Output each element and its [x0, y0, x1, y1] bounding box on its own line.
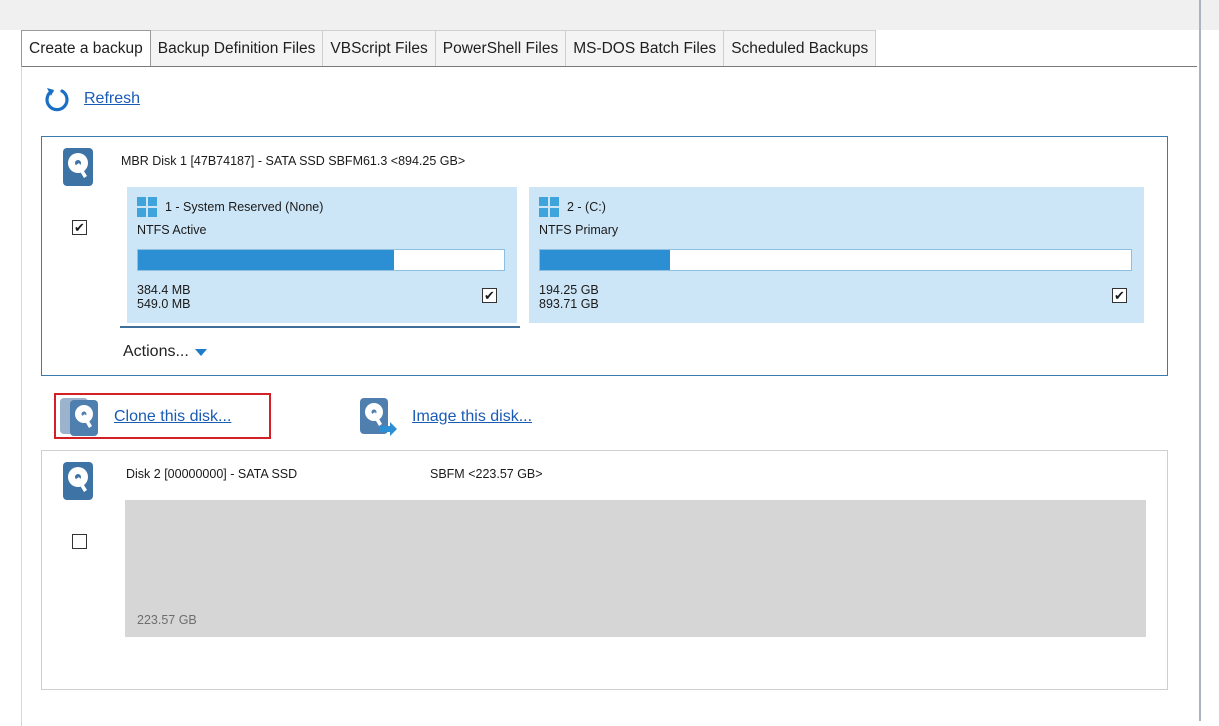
partition-2[interactable]: 2 - (C:) NTFS Primary 194.25 GB 893.71 G…: [529, 187, 1144, 323]
top-band: [0, 0, 1219, 30]
partition-selection-underline: [120, 326, 520, 328]
hard-disk-icon: [63, 462, 93, 500]
partition-2-name: 2 - (C:): [567, 200, 606, 214]
actions-dropdown[interactable]: Actions...: [123, 343, 207, 361]
partition-1-usage-bar: [137, 249, 505, 271]
partition-1-name: 1 - System Reserved (None): [165, 200, 324, 214]
windows-logo-icon: [137, 197, 157, 217]
check-mark-icon: ✔: [484, 288, 495, 303]
tab-ms-dos-batch-files[interactable]: MS-DOS Batch Files: [566, 30, 725, 66]
partition-1-total: 549.0 MB: [137, 297, 191, 311]
caret-down-icon: [194, 348, 207, 356]
disk-2-unallocated-area[interactable]: 223.57 GB: [125, 500, 1146, 637]
partition-1-header: 1 - System Reserved (None): [137, 197, 323, 217]
disk-2-checkbox[interactable]: [72, 534, 87, 549]
disk-2-model: SBFM <223.57 GB>: [430, 467, 543, 481]
disk-1-title: MBR Disk 1 [47B74187] - SATA SSD SBFM61.…: [121, 154, 466, 168]
partition-1-filesystem: NTFS Active: [137, 223, 207, 237]
tab-create-a-backup[interactable]: Create a backup: [21, 30, 151, 66]
clone-disk-action[interactable]: Clone this disk...: [58, 396, 231, 438]
tab-powershell-files[interactable]: PowerShell Files: [435, 30, 567, 66]
partition-2-filesystem: NTFS Primary: [539, 223, 619, 237]
image-disk-action[interactable]: Image this disk...: [356, 396, 532, 438]
actions-label: Actions...: [123, 343, 189, 360]
check-mark-icon: ✔: [74, 220, 85, 235]
partition-1[interactable]: 1 - System Reserved (None) NTFS Active 3…: [127, 187, 517, 323]
window-right-border: [1199, 0, 1201, 721]
refresh-icon[interactable]: [42, 84, 72, 114]
tab-backup-definition-files[interactable]: Backup Definition Files: [150, 30, 324, 66]
hard-disk-icon: [63, 148, 93, 186]
disk-1-checkbox[interactable]: ✔: [72, 220, 87, 235]
partition-1-usage-fill: [138, 250, 395, 270]
partition-1-used: 384.4 MB: [137, 283, 191, 297]
windows-logo-icon: [539, 197, 559, 217]
partition-2-sizes: 194.25 GB 893.71 GB: [539, 283, 599, 311]
disk-2-title: Disk 2 [00000000] - SATA SSD: [126, 467, 298, 481]
partition-1-checkbox[interactable]: ✔: [482, 288, 497, 303]
clone-disk-link[interactable]: Clone this disk...: [114, 408, 231, 426]
tab-scheduled-backups[interactable]: Scheduled Backups: [724, 30, 877, 66]
image-disk-icon[interactable]: [356, 396, 398, 438]
tab-strip: Create a backup Backup Definition Files …: [21, 30, 877, 66]
refresh-link-row[interactable]: Refresh: [42, 84, 140, 114]
partition-2-used: 194.25 GB: [539, 283, 599, 297]
partition-2-header: 2 - (C:): [539, 197, 606, 217]
partition-2-checkbox[interactable]: ✔: [1112, 288, 1127, 303]
refresh-link[interactable]: Refresh: [84, 90, 140, 108]
partition-1-sizes: 384.4 MB 549.0 MB: [137, 283, 191, 311]
partition-2-total: 893.71 GB: [539, 297, 599, 311]
partition-2-usage-bar: [539, 249, 1132, 271]
disk-2-size: 223.57 GB: [137, 613, 197, 627]
check-mark-icon: ✔: [1114, 288, 1125, 303]
partition-2-usage-fill: [540, 250, 671, 270]
tab-vbscript-files[interactable]: VBScript Files: [323, 30, 436, 66]
clone-disk-icon[interactable]: [58, 396, 102, 438]
image-disk-link[interactable]: Image this disk...: [412, 408, 532, 426]
